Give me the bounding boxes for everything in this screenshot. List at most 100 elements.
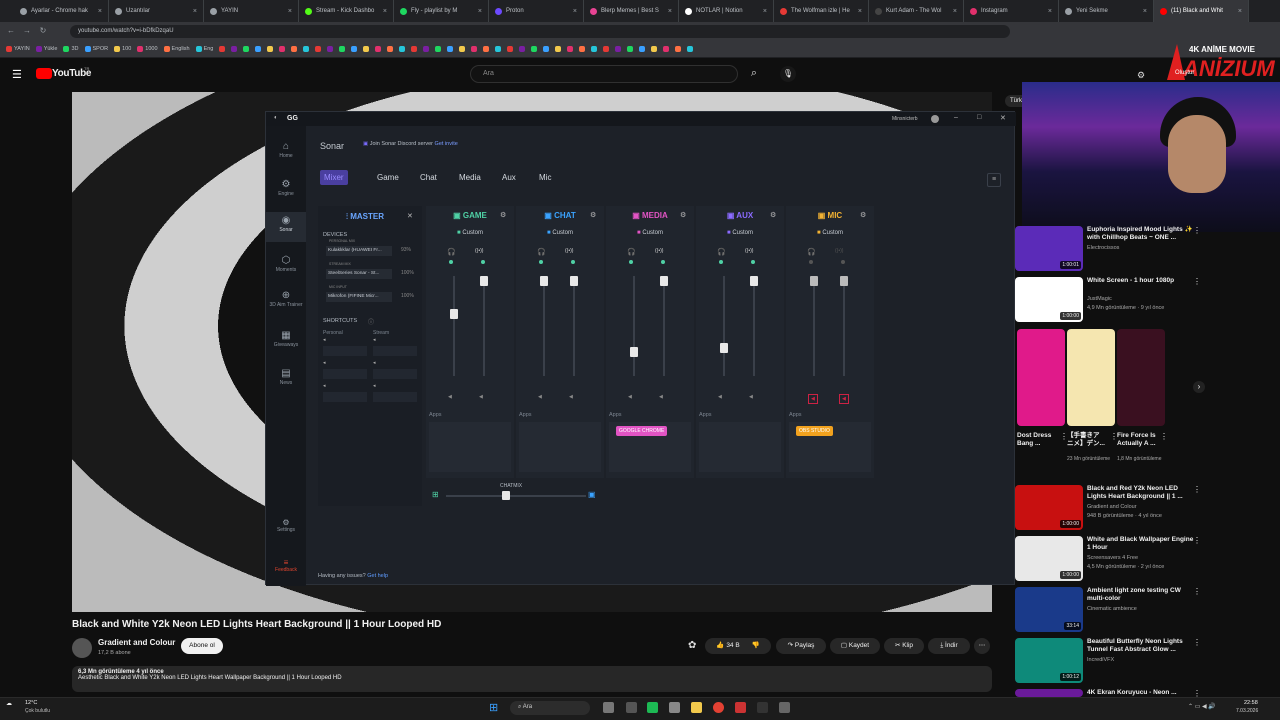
browser-tab[interactable]: Kurt Adam - The Wol × <box>869 0 964 22</box>
widgets-icon[interactable] <box>626 702 637 713</box>
shortcut-field[interactable] <box>373 369 417 379</box>
gg-nav-moments[interactable]: ⬡ Moments <box>266 252 306 282</box>
mute-speaker-icon[interactable]: ◀ <box>839 394 849 404</box>
login-partial[interactable]: Oluştur <box>1175 70 1194 76</box>
headphones-icon[interactable]: 🎧 <box>807 248 816 256</box>
bookmark-favicon-icon[interactable] <box>243 46 250 52</box>
bookmark-item[interactable]: Yükle <box>35 46 57 52</box>
clock-time[interactable]: 22:58 <box>1244 700 1258 706</box>
gg-feedback-nav[interactable]: ≡ Feedback <box>266 558 306 573</box>
browser-tab[interactable]: Uzantılar × <box>109 0 204 22</box>
channel-avatar[interactable] <box>72 638 92 658</box>
app-red-icon[interactable] <box>735 702 746 713</box>
user-avatar[interactable] <box>931 115 939 123</box>
mute-speaker-icon[interactable]: ◀ <box>659 394 663 400</box>
mute-speaker-icon[interactable]: ◀ <box>479 394 483 400</box>
device-select[interactable]: Kulaklıklar (HUAWEI Fr... <box>326 246 392 256</box>
volume-fader-knob[interactable] <box>750 276 758 286</box>
rec-more-icon[interactable]: ⋮ <box>1193 536 1201 545</box>
short-title[interactable]: Dost Dress Bang ... <box>1017 432 1057 448</box>
channel-settings-icon[interactable]: ⚙ <box>770 211 776 219</box>
forward-icon[interactable]: → <box>22 26 32 36</box>
share-button[interactable]: ↷ Paylaş <box>776 638 826 654</box>
rec-channel[interactable]: IncrediVFX <box>1087 657 1114 663</box>
mic-icon[interactable]: 🎙 <box>780 66 796 82</box>
bookmark-favicon-icon[interactable] <box>603 46 610 52</box>
subtab-chat[interactable]: Chat <box>420 173 437 182</box>
bookmark-favicon-icon[interactable] <box>363 46 370 52</box>
bookmark-favicon-icon[interactable] <box>315 46 322 52</box>
bookmark-favicon-icon[interactable] <box>507 46 514 52</box>
browser-tab[interactable]: YAYIN × <box>204 0 299 22</box>
terminal-icon[interactable] <box>757 702 768 713</box>
rec-channel[interactable]: Cinematic ambience <box>1087 606 1137 612</box>
broadcast-icon[interactable]: ((•)) <box>565 248 573 254</box>
recommendation-item[interactable]: 4K Ekran Koruyucu - Neon ... ⋮ <box>1015 689 1201 698</box>
tab-close-icon[interactable]: × <box>668 8 672 15</box>
tab-close-icon[interactable]: × <box>1048 8 1052 15</box>
subtab-media[interactable]: Media <box>459 173 481 182</box>
youtube-search-input[interactable]: Ara <box>470 65 738 83</box>
bookmark-favicon-icon[interactable] <box>591 46 598 52</box>
recommendation-item[interactable]: 33:14 Ambient light zone testing CW multi… <box>1015 587 1201 637</box>
headphones-icon[interactable]: 🎧 <box>447 248 456 256</box>
rec-title[interactable]: Black and Red Y2k Neon LED Lights Heart … <box>1087 485 1195 501</box>
system-tray-icons[interactable]: ⌃ ▭ ◀ 🔊 <box>1188 703 1216 710</box>
volume-fader-track[interactable] <box>753 276 755 376</box>
tab-close-icon[interactable]: × <box>1143 8 1147 15</box>
minimize-icon[interactable]: – <box>954 114 958 121</box>
browser-tab[interactable]: Proton × <box>489 0 584 22</box>
bookmark-item[interactable]: Eng <box>195 46 213 52</box>
rec-title[interactable]: Euphoria Inspired Mood Lights ✨ with Chi… <box>1087 226 1195 242</box>
mute-speaker-icon[interactable]: ◀ <box>448 394 452 400</box>
bookmark-favicon-icon[interactable] <box>231 46 238 52</box>
device-select[interactable]: Mikrofon (FIFINE Micr... <box>326 292 392 302</box>
rec-more-icon[interactable]: ⋮ <box>1193 587 1201 596</box>
tab-close-icon[interactable]: × <box>288 8 292 15</box>
reload-icon[interactable]: ↻ <box>38 26 48 36</box>
channel-settings-icon[interactable]: ⚙ <box>590 211 596 219</box>
bookmark-favicon-icon[interactable] <box>399 46 406 52</box>
rec-channel[interactable]: Gradient and Colour <box>1087 504 1137 510</box>
tab-close-icon[interactable]: × <box>1238 8 1242 15</box>
rec-more-icon[interactable]: ⋮ <box>1193 277 1201 286</box>
recommendation-item[interactable]: 1:00:01 Euphoria Inspired Mood Lights ✨ w… <box>1015 226 1201 276</box>
mute-speaker-icon[interactable]: ◀ <box>808 394 818 404</box>
channel-name[interactable]: Gradient and Colour <box>98 638 175 647</box>
bookmark-favicon-icon[interactable] <box>483 46 490 52</box>
broadcast-icon[interactable]: ((•)) <box>835 248 843 254</box>
browser-tab[interactable]: Instagram × <box>964 0 1059 22</box>
tab-close-icon[interactable]: × <box>193 8 197 15</box>
subscribe-button[interactable]: Abone ol <box>181 638 223 654</box>
volume-fader-knob[interactable] <box>540 276 548 286</box>
rec-title[interactable]: White and Black Wallpaper Engine 1 Hour <box>1087 536 1195 552</box>
like-icon[interactable]: 👍 <box>716 642 724 649</box>
rec-channel[interactable]: JustMagic <box>1087 296 1112 302</box>
bookmark-favicon-icon[interactable] <box>219 46 226 52</box>
chatmix-knob[interactable] <box>502 491 510 500</box>
bookmark-favicon-icon[interactable] <box>531 46 538 52</box>
bookmark-favicon-icon[interactable] <box>627 46 634 52</box>
volume-fader-track[interactable] <box>543 276 545 376</box>
clock-date[interactable]: 7.03.2026 <box>1236 708 1258 714</box>
bookmark-favicon-icon[interactable] <box>447 46 454 52</box>
shortcut-field[interactable] <box>373 346 417 356</box>
gg-nav-home[interactable]: ⌂ Home <box>266 138 306 168</box>
close-icon[interactable]: ✕ <box>1000 114 1006 122</box>
gg-nav-news[interactable]: ▤ News <box>266 365 306 395</box>
bookmark-favicon-icon[interactable] <box>687 46 694 52</box>
gg-user-name[interactable]: Minsnicterb <box>892 116 918 122</box>
headphones-icon[interactable]: 🎧 <box>537 248 546 256</box>
back-icon[interactable]: ← <box>6 26 16 36</box>
short-more-icon[interactable]: ⋮ <box>1160 432 1168 441</box>
chrome-icon[interactable] <box>713 702 724 713</box>
apps-drop-zone[interactable] <box>699 422 781 472</box>
channel-preset[interactable]: ■ Custom <box>426 230 514 236</box>
channel-settings-icon[interactable]: ⚙ <box>500 211 506 219</box>
bookmark-item[interactable]: YAYIN <box>6 46 30 52</box>
broadcast-icon[interactable]: ((•)) <box>655 248 663 254</box>
subtab-mixer[interactable]: Mixer <box>320 170 348 185</box>
mute-speaker-icon[interactable]: ◀ <box>718 394 722 400</box>
rec-channel[interactable]: Electrocissos <box>1087 245 1119 251</box>
bookmark-favicon-icon[interactable] <box>279 46 286 52</box>
